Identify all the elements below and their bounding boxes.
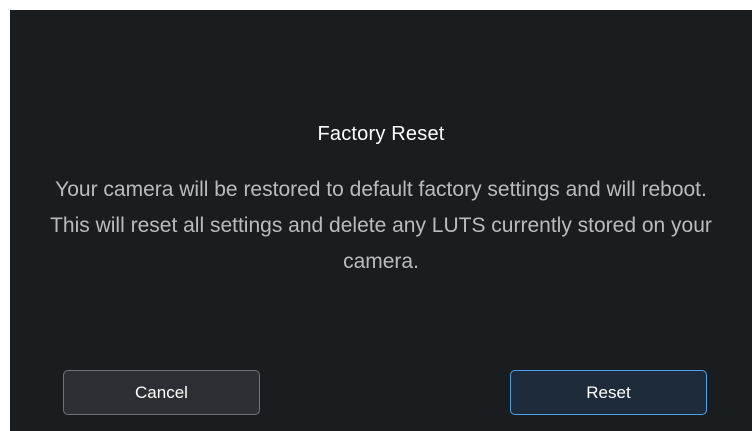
dialog-title: Factory Reset (317, 123, 445, 145)
cancel-button[interactable]: Cancel (63, 370, 260, 415)
reset-button[interactable]: Reset (510, 370, 707, 415)
factory-reset-dialog: Factory Reset Your camera will be restor… (10, 10, 752, 431)
dialog-message: Your camera will be restored to default … (50, 178, 712, 273)
